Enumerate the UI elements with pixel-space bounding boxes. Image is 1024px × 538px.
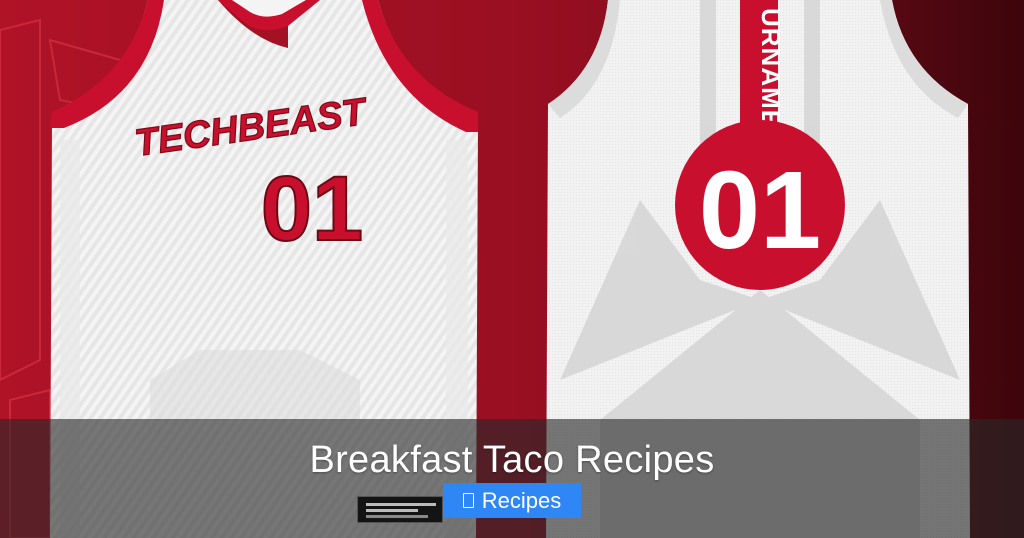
- product-tag-thumbnail: [357, 496, 443, 523]
- category-button[interactable]: Recipes: [443, 483, 581, 518]
- folder-icon: [462, 493, 474, 508]
- jersey-back-number: 01: [699, 149, 821, 272]
- jersey-player-name: URNAME: [756, 8, 786, 128]
- post-title: Breakfast Taco Recipes: [309, 439, 715, 481]
- category-label: Recipes: [481, 487, 562, 513]
- jersey-front-number: 01: [261, 158, 363, 260]
